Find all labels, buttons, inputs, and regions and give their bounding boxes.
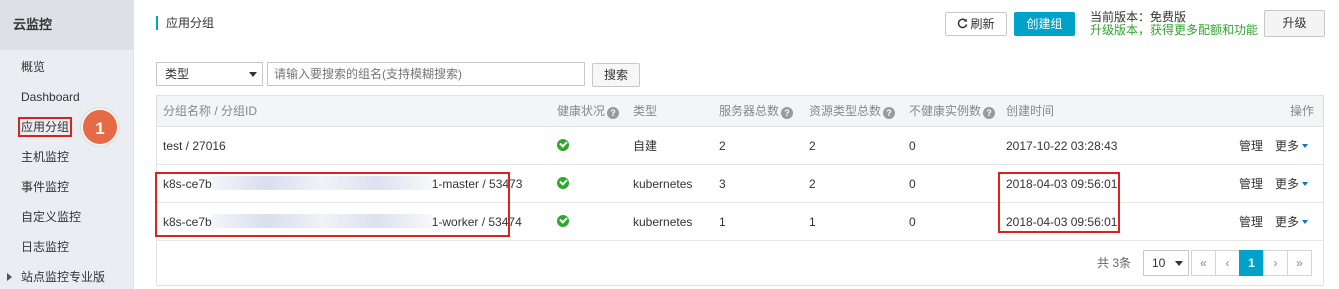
sidebar-title: 云监控	[0, 0, 133, 50]
resource-type-count: 2	[809, 177, 816, 191]
caret-right-icon	[7, 273, 12, 281]
group-name-link[interactable]: test / 27016	[163, 127, 226, 165]
help-icon[interactable]: ?	[883, 107, 896, 119]
pagination: « ‹ 1 › »	[1191, 250, 1312, 276]
health-status	[557, 165, 569, 203]
next-page-button[interactable]: ›	[1263, 250, 1288, 276]
refresh-label: 刷新	[970, 17, 995, 31]
more-label: 更多	[1275, 215, 1300, 229]
page-size-select[interactable]: 10	[1143, 250, 1189, 276]
group-type: 自建	[633, 139, 658, 153]
column-header-unhealthy-label: 不健康实例数	[909, 104, 982, 118]
column-header-health: 健康状况?	[557, 96, 620, 126]
sidebar-item-label: 自定义监控	[21, 210, 82, 224]
check-circle-icon	[557, 215, 569, 227]
sidebar-item-log-monitoring[interactable]: 日志监控	[0, 232, 133, 262]
server-count: 3	[719, 177, 726, 191]
upgrade-hint: 升级版本，获得更多配额和功能	[1090, 23, 1259, 37]
health-status	[557, 127, 569, 165]
version-info: 当前版本：免费版 升级版本，获得更多配额和功能	[1090, 11, 1258, 37]
refresh-button[interactable]: 刷新	[945, 12, 1007, 36]
manage-link[interactable]: 管理	[1239, 127, 1263, 165]
last-page-button[interactable]: »	[1287, 250, 1312, 276]
column-header-type: 类型	[633, 104, 658, 118]
upgrade-button[interactable]: 升级	[1264, 10, 1325, 37]
column-header-actions: 操作	[1290, 104, 1315, 118]
unhealthy-count-link[interactable]: 0	[909, 203, 916, 241]
column-header-resource-types: 资源类型总数?	[809, 96, 896, 126]
sidebar-item-event-monitoring[interactable]: 事件监控	[0, 172, 133, 202]
step-number-badge: 1	[81, 108, 119, 146]
sidebar-item-overview[interactable]: 概览	[0, 52, 133, 82]
sidebar-item-label: 站点监控专业版	[21, 270, 106, 284]
create-group-button[interactable]: 创建组	[1014, 12, 1075, 36]
group-type: kubernetes	[633, 215, 693, 229]
prev-page-button[interactable]: ‹	[1215, 250, 1240, 276]
first-page-button[interactable]: «	[1191, 250, 1216, 276]
search-input[interactable]	[267, 62, 585, 86]
main-content: 应用分组 刷新 创建组 当前版本：免费版 升级版本，获得更多配额和功能 升级 类…	[140, 0, 1339, 289]
sidebar-item-site-monitoring-pro[interactable]: 站点监控专业版	[0, 262, 133, 289]
manage-link[interactable]: 管理	[1239, 165, 1263, 203]
sidebar-item-host-monitoring[interactable]: 主机监控	[0, 142, 133, 172]
search-button[interactable]: 搜索	[592, 63, 640, 87]
chevron-down-icon	[1175, 261, 1183, 266]
server-count: 1	[719, 215, 726, 229]
check-circle-icon	[557, 177, 569, 189]
sidebar-item-label: 日志监控	[21, 240, 70, 254]
sidebar: 云监控 概览 Dashboard 应用分组 主机监控 事件监控 自定义监控 日志…	[0, 0, 134, 289]
unhealthy-count-link[interactable]: 0	[909, 165, 916, 203]
chevron-down-icon	[1302, 144, 1309, 148]
unhealthy-count-link[interactable]: 0	[909, 127, 916, 165]
more-dropdown[interactable]: 更多	[1275, 203, 1309, 241]
table-row: test / 27016 自建 2 2 0 2017-10-22 03:28:4…	[157, 127, 1323, 165]
check-circle-icon	[557, 139, 569, 151]
sidebar-item-label: 应用分组	[17, 117, 73, 137]
more-dropdown[interactable]: 更多	[1275, 127, 1309, 165]
refresh-icon	[958, 18, 968, 29]
highlight-box-group-names	[155, 172, 510, 237]
sidebar-item-custom-monitoring[interactable]: 自定义监控	[0, 202, 133, 232]
help-icon[interactable]: ?	[983, 107, 996, 119]
more-label: 更多	[1275, 177, 1300, 191]
column-header-unhealthy: 不健康实例数?	[909, 96, 996, 126]
health-status	[557, 203, 569, 241]
table-footer: 共 3条 10 « ‹ 1 › »	[157, 241, 1323, 285]
server-count: 2	[719, 139, 726, 153]
type-select-value: 类型	[165, 67, 190, 81]
resource-type-count: 1	[809, 215, 816, 229]
group-type: kubernetes	[633, 177, 693, 191]
help-icon[interactable]: ?	[781, 107, 794, 119]
sidebar-menu: 概览 Dashboard 应用分组 主机监控 事件监控 自定义监控 日志监控 站…	[0, 50, 133, 289]
sidebar-item-label: Dashboard	[21, 90, 80, 104]
page-1-button[interactable]: 1	[1239, 250, 1264, 276]
table-header: 分组名称 / 分组ID 健康状况? 类型 服务器总数? 资源类型总数? 不健康实…	[157, 96, 1323, 127]
column-header-servers-label: 服务器总数	[719, 104, 780, 118]
sidebar-item-label: 事件监控	[21, 180, 70, 194]
highlight-box-created-times	[998, 172, 1120, 233]
sidebar-item-label: 主机监控	[21, 150, 70, 164]
page-size-value: 10	[1152, 256, 1166, 270]
column-header-name: 分组名称 / 分组ID	[163, 104, 258, 118]
chevron-down-icon	[1302, 220, 1309, 224]
column-header-resource-types-label: 资源类型总数	[809, 104, 882, 118]
column-header-created: 创建时间	[1006, 104, 1055, 118]
column-header-health-label: 健康状况	[557, 104, 606, 118]
page-title: 应用分组	[156, 16, 214, 30]
column-header-servers: 服务器总数?	[719, 96, 794, 126]
total-count: 共 3条	[1097, 256, 1132, 270]
resource-type-count: 2	[809, 139, 816, 153]
manage-link[interactable]: 管理	[1239, 203, 1263, 241]
more-label: 更多	[1275, 139, 1300, 153]
more-dropdown[interactable]: 更多	[1275, 165, 1309, 203]
chevron-down-icon	[249, 72, 257, 77]
sidebar-item-dashboard[interactable]: Dashboard	[0, 82, 133, 112]
created-time: 2017-10-22 03:28:43	[1006, 139, 1118, 153]
sidebar-item-label: 概览	[21, 60, 46, 74]
chevron-down-icon	[1302, 182, 1309, 186]
help-icon[interactable]: ?	[607, 107, 620, 119]
type-select[interactable]: 类型	[156, 62, 263, 86]
